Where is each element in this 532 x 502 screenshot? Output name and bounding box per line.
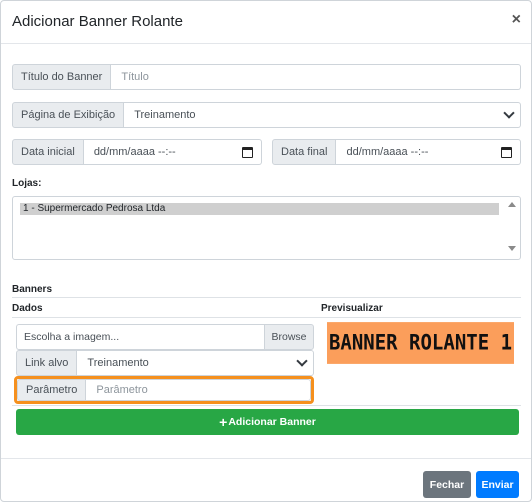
banner-preview-image: BANNER ROLANTE 1 <box>327 322 514 364</box>
preview-column-header: Previsualizar <box>321 303 383 314</box>
page-select-value: Treinamento <box>134 109 196 121</box>
chevron-down-icon <box>296 355 308 367</box>
add-banner-modal: Adicionar Banner Rolante × Título do Ban… <box>0 0 532 502</box>
parameter-label: Parâmetro <box>17 379 87 401</box>
link-target-label: Link alvo <box>16 350 78 376</box>
page-label: Página de Exibição <box>12 102 125 128</box>
store-option[interactable]: 1 - Supermercado Pedrosa Ltda <box>20 203 499 215</box>
calendar-icon[interactable] <box>242 147 253 158</box>
stores-multiselect[interactable]: 1 - Supermercado Pedrosa Ltda <box>12 196 521 260</box>
page-select-group: Página de Exibição Treinamento <box>12 102 521 128</box>
send-button[interactable]: Enviar <box>476 471 519 498</box>
scroll-up-arrow-icon[interactable] <box>508 202 516 207</box>
data-column-header: Dados <box>12 303 43 314</box>
chevron-down-icon <box>503 107 515 119</box>
add-banner-button[interactable]: + Adicionar Banner <box>16 409 519 435</box>
calendar-icon[interactable] <box>501 147 512 158</box>
footer-divider <box>1 458 531 459</box>
stores-label: Lojas: <box>12 178 42 189</box>
end-date-value: dd/mm/aaaa --:-- <box>346 146 429 158</box>
modal-header: Adicionar Banner Rolante × <box>1 1 531 44</box>
divider <box>12 297 521 298</box>
end-date-label: Data final <box>272 139 337 165</box>
link-target-select[interactable]: Treinamento <box>77 350 314 376</box>
title-input-group: Título do Banner Título <box>12 64 521 90</box>
start-date-value: dd/mm/aaaa --:-- <box>93 146 176 158</box>
page-select[interactable]: Treinamento <box>124 102 521 128</box>
divider <box>12 317 521 318</box>
title-label: Título do Banner <box>12 64 112 90</box>
file-placeholder[interactable]: Escolha a imagem... <box>16 324 264 350</box>
add-banner-label: Adicionar Banner <box>228 416 316 428</box>
close-icon[interactable]: × <box>512 12 521 28</box>
link-target-group: Link alvo Treinamento <box>16 350 314 376</box>
start-date-label: Data inicial <box>12 139 84 165</box>
link-target-value: Treinamento <box>87 357 149 369</box>
browse-button[interactable]: Browse <box>264 324 314 350</box>
parameter-input[interactable]: Parâmetro <box>86 379 311 401</box>
title-input[interactable]: Título <box>111 64 521 90</box>
close-button[interactable]: Fechar <box>423 471 471 498</box>
scroll-down-arrow-icon[interactable] <box>508 246 516 251</box>
modal-title: Adicionar Banner Rolante <box>12 13 183 30</box>
start-date-group: Data inicial dd/mm/aaaa --:-- <box>12 139 262 165</box>
banners-heading: Banners <box>12 284 53 295</box>
parameter-group: Parâmetro Parâmetro <box>17 379 311 401</box>
plus-icon: + <box>219 414 228 430</box>
end-date-group: Data final dd/mm/aaaa --:-- <box>272 139 521 165</box>
divider <box>12 405 521 406</box>
start-date-input[interactable]: dd/mm/aaaa --:-- <box>83 139 262 165</box>
end-date-input[interactable]: dd/mm/aaaa --:-- <box>336 139 521 165</box>
image-file-input[interactable]: Escolha a imagem... Browse <box>16 324 314 350</box>
